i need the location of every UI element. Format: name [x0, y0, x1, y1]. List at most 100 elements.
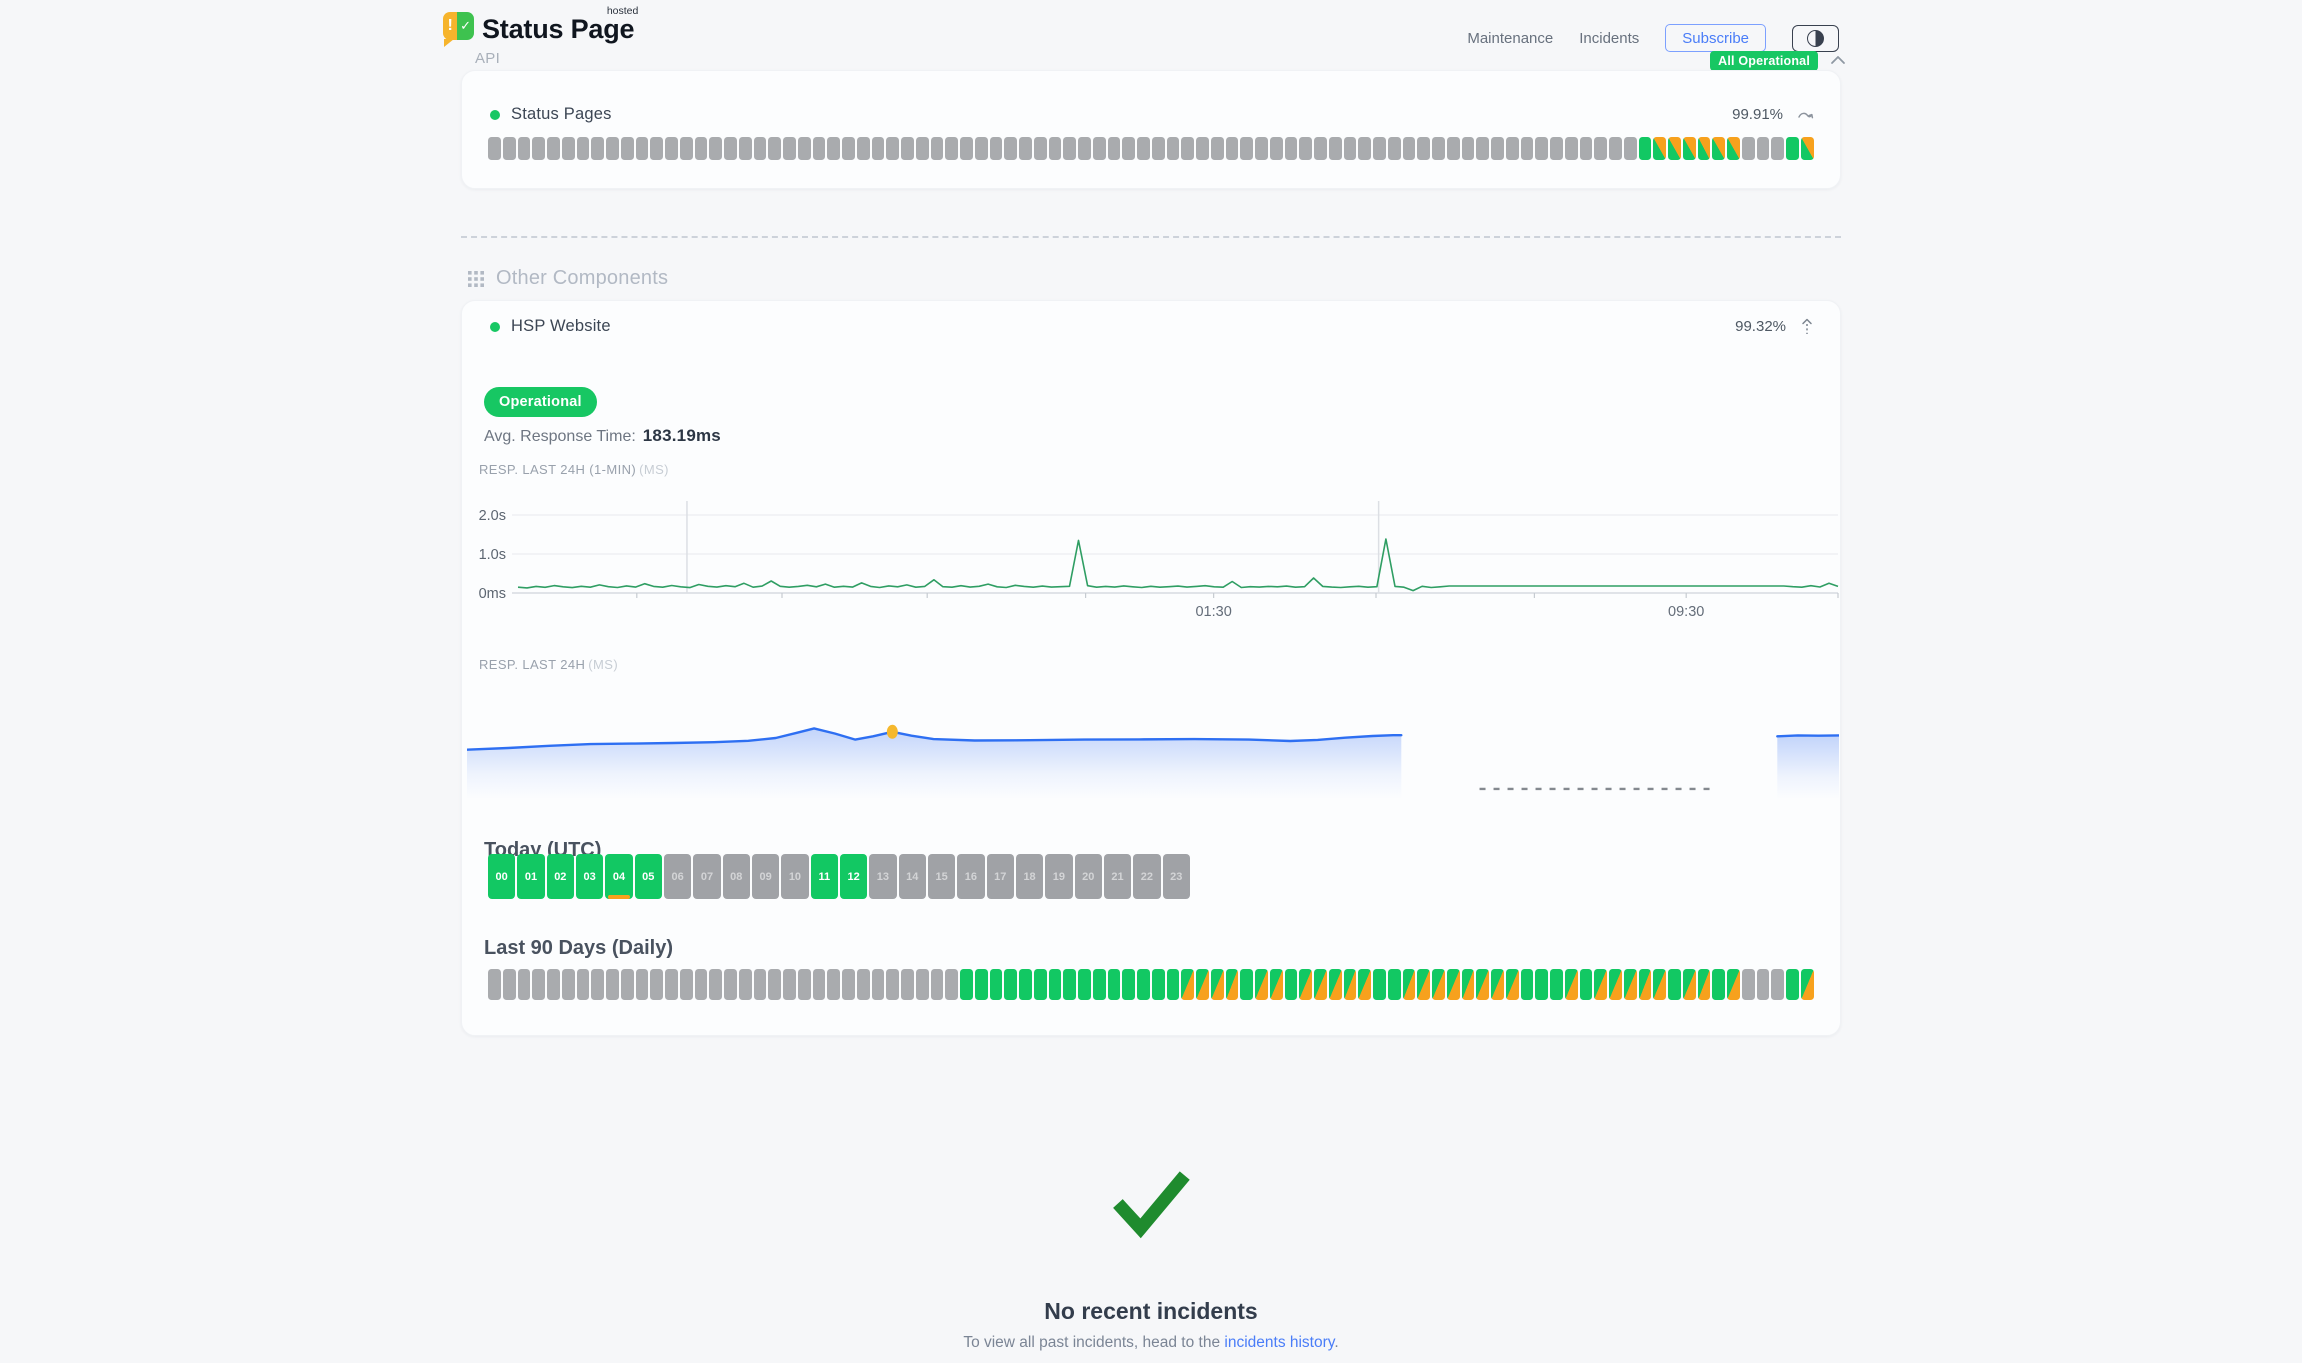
brand-logo[interactable]: ! ✓ hosted Status Page	[443, 6, 634, 45]
uptime-day-bar[interactable]	[606, 137, 619, 160]
uptime-day-bar[interactable]	[1668, 137, 1681, 160]
uptime-day-bar[interactable]	[842, 137, 855, 160]
uptime-day-bar[interactable]	[1152, 969, 1165, 1000]
uptime-day-bar[interactable]	[1698, 137, 1711, 160]
uptime-day-bar[interactable]	[1624, 137, 1637, 160]
uptime-day-bar[interactable]	[1550, 137, 1563, 160]
hour-block-08[interactable]: 08	[723, 854, 750, 899]
uptime-day-bar[interactable]	[842, 969, 855, 1000]
uptime-day-bar[interactable]	[665, 137, 678, 160]
uptime-day-bar[interactable]	[1344, 137, 1357, 160]
uptime-day-bar[interactable]	[518, 969, 531, 1000]
uptime-day-bar[interactable]	[1550, 969, 1563, 1000]
uptime-day-bar[interactable]	[1122, 969, 1135, 1000]
response-time-area-chart[interactable]	[467, 687, 1839, 801]
uptime-day-bar[interactable]	[650, 137, 663, 160]
uptime-day-bar[interactable]	[636, 137, 649, 160]
uptime-day-bar[interactable]	[1624, 969, 1637, 1000]
uptime-day-bar[interactable]	[621, 969, 634, 1000]
uptime-day-bar[interactable]	[1771, 137, 1784, 160]
nav-link-maintenance[interactable]: Maintenance	[1467, 30, 1553, 47]
uptime-day-bar[interactable]	[1417, 137, 1430, 160]
uptime-day-bar[interactable]	[1417, 969, 1430, 1000]
uptime-day-bar[interactable]	[488, 137, 501, 160]
uptime-day-bar[interactable]	[1093, 969, 1106, 1000]
uptime-day-bar[interactable]	[1786, 969, 1799, 1000]
uptime-day-bar[interactable]	[1240, 137, 1253, 160]
uptime-day-bar[interactable]	[1167, 137, 1180, 160]
uptime-day-bar[interactable]	[1476, 137, 1489, 160]
uptime-day-bar[interactable]	[1462, 137, 1475, 160]
uptime-day-bar[interactable]	[1388, 137, 1401, 160]
uptime-day-bar[interactable]	[1211, 969, 1224, 1000]
uptime-day-bar[interactable]	[1653, 137, 1666, 160]
uptime-day-bar[interactable]	[1196, 137, 1209, 160]
uptime-day-bar[interactable]	[724, 137, 737, 160]
uptime-day-bar[interactable]	[975, 137, 988, 160]
uptime-day-bar[interactable]	[945, 969, 958, 1000]
uptime-day-bar[interactable]	[1285, 969, 1298, 1000]
uptime-day-bar[interactable]	[562, 137, 575, 160]
uptime-day-bar[interactable]	[931, 137, 944, 160]
uptime-day-bar[interactable]	[503, 969, 516, 1000]
uptime-day-bar[interactable]	[1285, 137, 1298, 160]
uptime-day-bar[interactable]	[1639, 969, 1652, 1000]
uptime-day-bar[interactable]	[768, 137, 781, 160]
uptime-day-bar[interactable]	[1314, 969, 1327, 1000]
uptime-day-bar[interactable]	[532, 137, 545, 160]
uptime-day-bar[interactable]	[1712, 969, 1725, 1000]
uptime-day-bar[interactable]	[724, 969, 737, 1000]
uptime-day-bar[interactable]	[1004, 969, 1017, 1000]
uptime-day-bar[interactable]	[813, 969, 826, 1000]
uptime-day-bar[interactable]	[739, 969, 752, 1000]
hour-block-23[interactable]: 23	[1163, 854, 1190, 899]
uptime-day-bar[interactable]	[754, 137, 767, 160]
uptime-day-bar[interactable]	[1447, 969, 1460, 1000]
uptime-day-bar[interactable]	[1181, 137, 1194, 160]
uptime-day-bar[interactable]	[1683, 969, 1696, 1000]
uptime-day-bar[interactable]	[695, 137, 708, 160]
uptime-day-bar[interactable]	[1609, 137, 1622, 160]
uptime-day-bar[interactable]	[1801, 969, 1814, 1000]
uptime-day-bar[interactable]	[1226, 137, 1239, 160]
uptime-day-bar[interactable]	[1181, 969, 1194, 1000]
uptime-day-bar[interactable]	[1270, 137, 1283, 160]
uptime-day-bar[interactable]	[1049, 969, 1062, 1000]
uptime-day-bar[interactable]	[1063, 969, 1076, 1000]
uptime-day-bar[interactable]	[1211, 137, 1224, 160]
hour-block-11[interactable]: 11	[811, 854, 838, 899]
uptime-day-bar[interactable]	[1609, 969, 1622, 1000]
uptime-day-bar[interactable]	[1299, 137, 1312, 160]
uptime-day-bar[interactable]	[1432, 137, 1445, 160]
uptime-day-bar[interactable]	[1491, 969, 1504, 1000]
uptime-day-bar[interactable]	[1742, 137, 1755, 160]
uptime-day-bar[interactable]	[1034, 969, 1047, 1000]
hour-block-20[interactable]: 20	[1075, 854, 1102, 899]
uptime-day-bar[interactable]	[1476, 969, 1489, 1000]
uptime-day-bar[interactable]	[591, 969, 604, 1000]
uptime-day-bar[interactable]	[577, 137, 590, 160]
uptime-day-bar[interactable]	[1742, 969, 1755, 1000]
uptime-day-bar[interactable]	[1727, 969, 1740, 1000]
uptime-day-bar[interactable]	[827, 137, 840, 160]
uptime-day-bar[interactable]	[577, 969, 590, 1000]
uptime-day-bar[interactable]	[1004, 137, 1017, 160]
uptime-day-bar[interactable]	[1019, 969, 1032, 1000]
uptime-day-bar[interactable]	[1712, 137, 1725, 160]
uptime-day-bar[interactable]	[901, 137, 914, 160]
nav-link-incidents[interactable]: Incidents	[1579, 30, 1639, 47]
hour-block-22[interactable]: 22	[1133, 854, 1160, 899]
uptime-day-bar[interactable]	[1255, 969, 1268, 1000]
uptime-day-bar[interactable]	[1653, 969, 1666, 1000]
uptime-day-bar[interactable]	[1403, 969, 1416, 1000]
hour-block-09[interactable]: 09	[752, 854, 779, 899]
chevron-up-icon[interactable]	[1830, 54, 1846, 66]
uptime-day-bar[interactable]	[857, 969, 870, 1000]
uptime-day-bar[interactable]	[798, 969, 811, 1000]
hour-block-01[interactable]: 01	[517, 854, 544, 899]
uptime-day-bar[interactable]	[886, 969, 899, 1000]
uptime-day-bar[interactable]	[1093, 137, 1106, 160]
hour-block-19[interactable]: 19	[1045, 854, 1072, 899]
uptime-day-bar[interactable]	[1727, 137, 1740, 160]
uptime-day-bar[interactable]	[1373, 969, 1386, 1000]
